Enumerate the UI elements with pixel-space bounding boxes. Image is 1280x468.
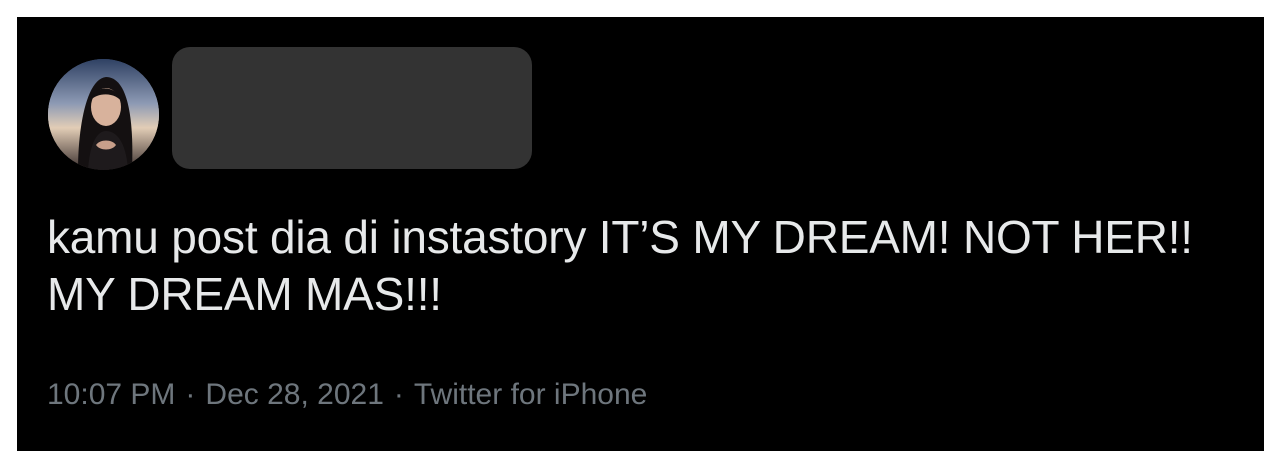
tweet-time[interactable]: 10:07 PM: [47, 378, 175, 411]
tweet-card: kamu post dia di instastory IT’S MY DREA…: [17, 17, 1264, 451]
profile-photo-icon: [48, 59, 159, 170]
meta-separator: ·: [185, 378, 196, 411]
meta-separator: ·: [393, 378, 404, 411]
avatar[interactable]: [48, 59, 159, 170]
tweet-date[interactable]: Dec 28, 2021: [205, 378, 383, 411]
tweet-source[interactable]: Twitter for iPhone: [414, 378, 647, 411]
tweet-text: kamu post dia di instastory IT’S MY DREA…: [47, 211, 1206, 320]
redacted-username: [172, 47, 532, 169]
tweet-meta: 10:07 PM · Dec 28, 2021 · Twitter for iPhone: [47, 375, 647, 415]
